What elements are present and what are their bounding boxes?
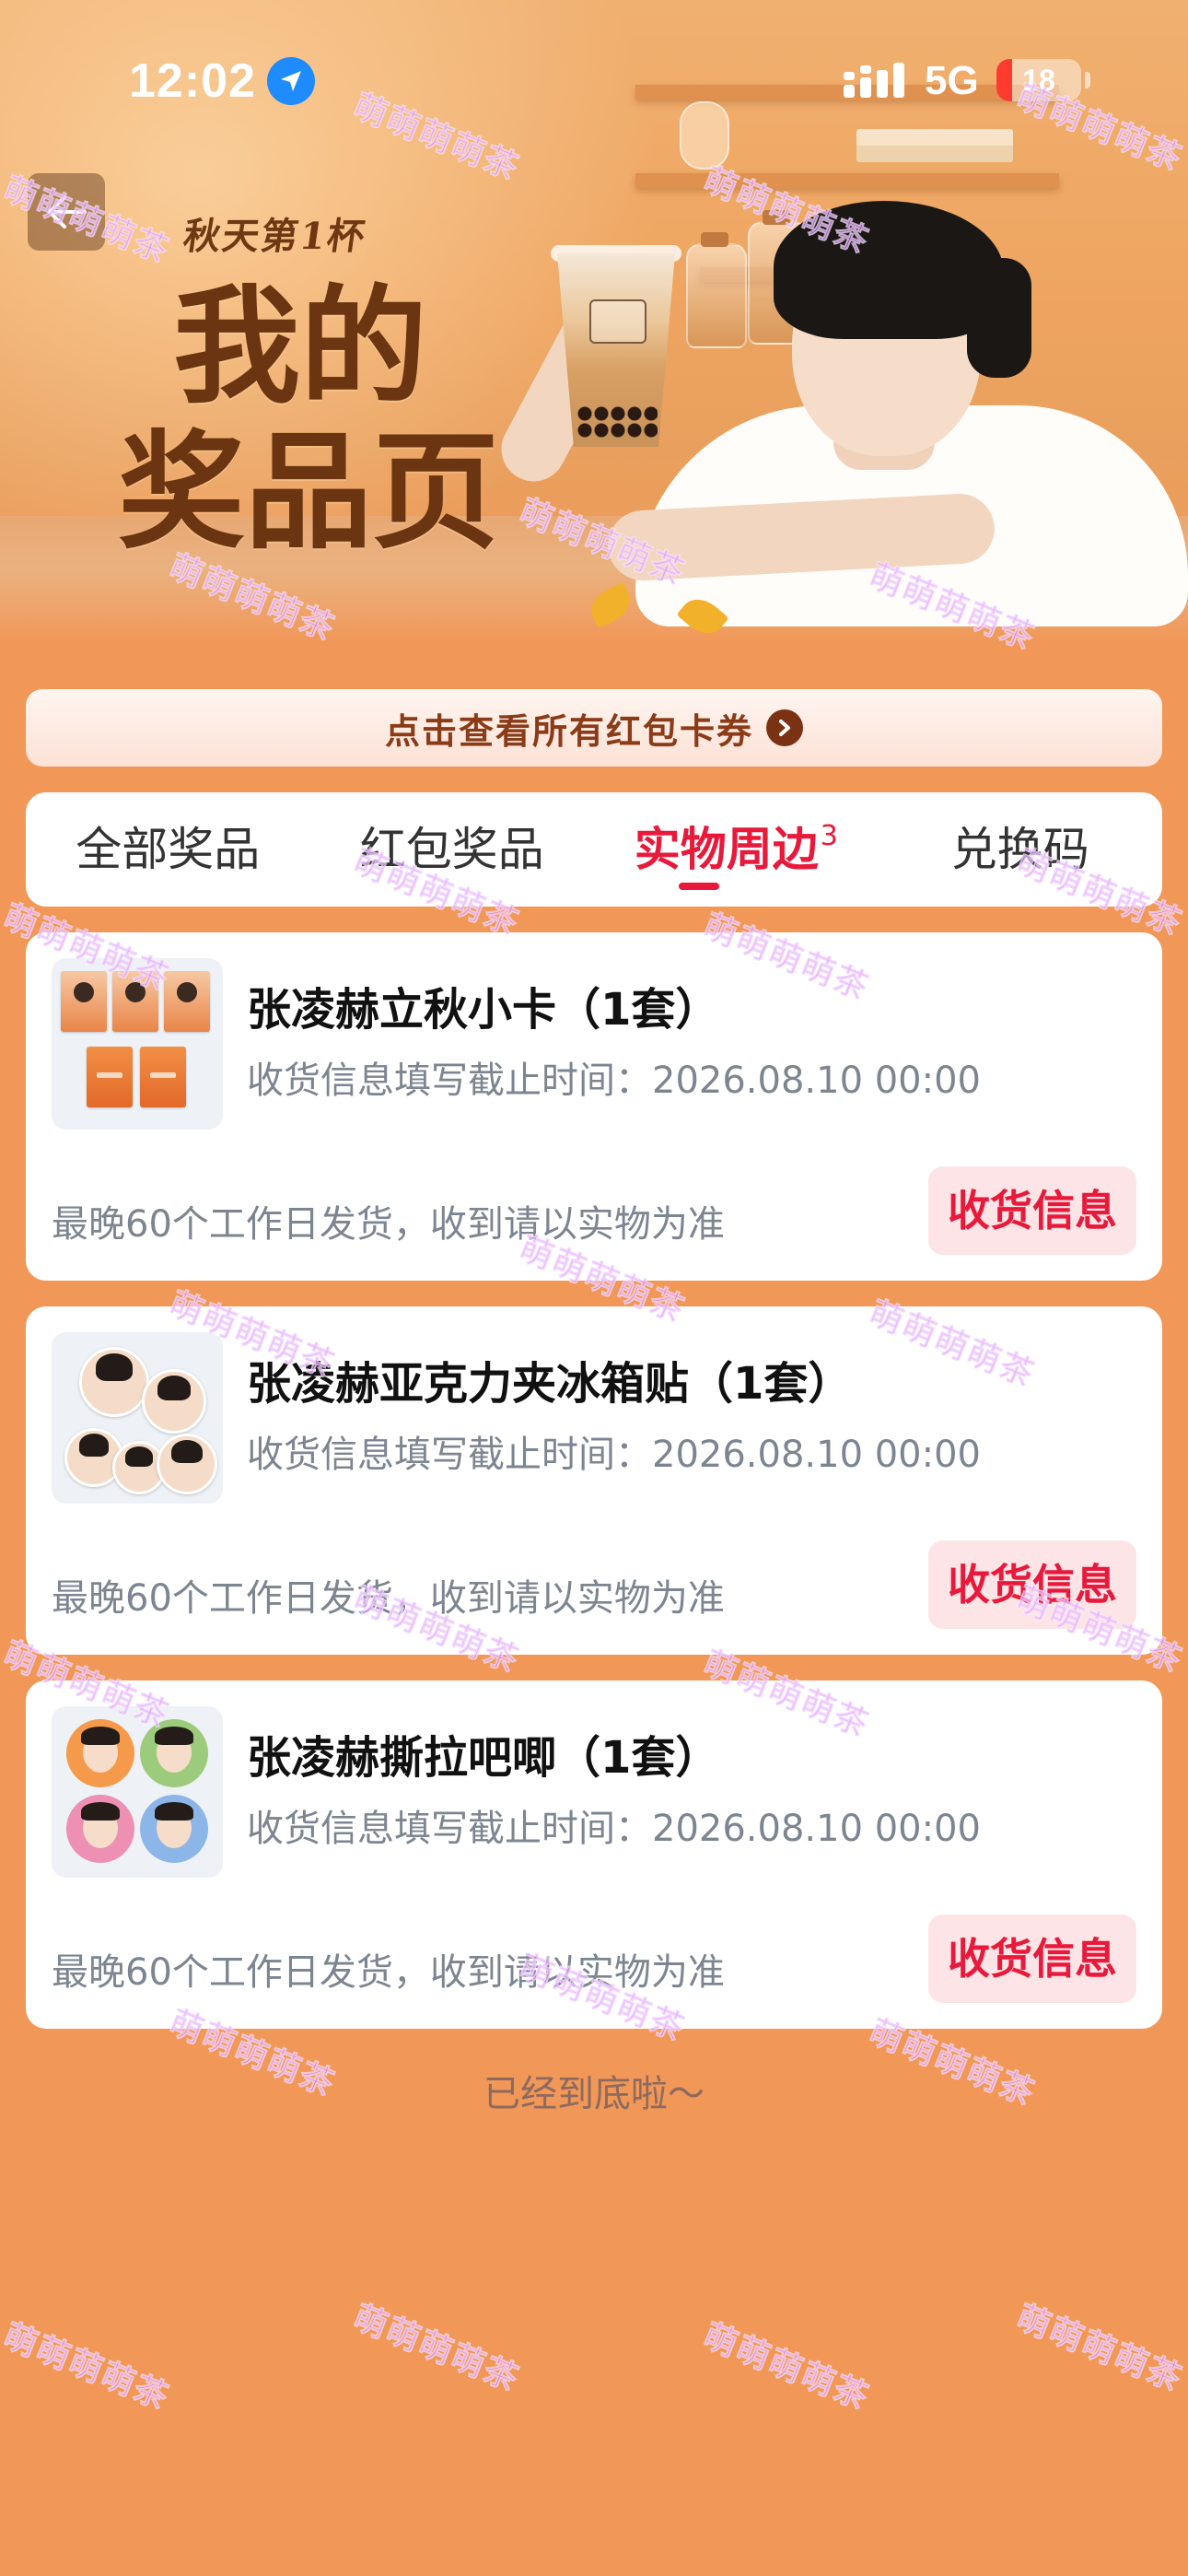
- shelf-middle: [635, 173, 1059, 188]
- photo-card-back: [140, 1047, 186, 1107]
- status-time: 12:02: [129, 54, 256, 108]
- watermark-text: 萌萌萌萌茶: [0, 2316, 175, 2418]
- prize-deadline: 收货信息填写截止时间：2026.08.10 00:00: [247, 1060, 982, 1102]
- back-button[interactable]: [28, 173, 105, 251]
- photo-card-back: [87, 1047, 133, 1107]
- watermark-text: 萌萌萌萌茶: [1010, 2298, 1188, 2399]
- tab-label: 全部奖品: [76, 823, 261, 876]
- active-tab-indicator: [679, 883, 720, 890]
- sticker-image: [157, 1434, 217, 1494]
- prize-name: 张凌赫亚克力夹冰箱贴（1套）: [247, 1358, 853, 1410]
- location-arrow-icon: [267, 57, 315, 105]
- signal-icon: [844, 63, 904, 98]
- banner-subtitle: 秋天第1杯: [181, 215, 369, 258]
- view-all-coupons-label: 点击查看所有红包卡券: [384, 710, 753, 752]
- prize-deadline: 收货信息填写截止时间：2026.08.10 00:00: [247, 1808, 982, 1850]
- prize-card: 张凌赫撕拉吧唧（1套） 收货信息填写截止时间：2026.08.10 00:00 …: [26, 1680, 1162, 2029]
- shipping-note: 最晚60个工作日发货，收到请以实物为准: [52, 1951, 725, 1994]
- shipping-info-button[interactable]: 收货信息: [928, 1166, 1136, 1255]
- prize-tabs: 全部奖品 红包奖品 实物周边3 兑换码: [26, 792, 1162, 907]
- shipping-note: 最晚60个工作日发货，收到请以实物为准: [52, 1577, 725, 1620]
- battery-cap: [1085, 72, 1090, 88]
- tapioca-pearls: [577, 405, 658, 439]
- tab-label: 红包奖品: [359, 823, 544, 876]
- shipping-info-button[interactable]: 收货信息: [928, 1540, 1136, 1629]
- prize-name: 张凌赫立秋小卡（1套）: [247, 984, 720, 1036]
- tab-physical-merch[interactable]: 实物周边3: [594, 792, 879, 907]
- battery-icon: 18: [996, 59, 1081, 101]
- tab-label: 实物周边: [634, 823, 819, 876]
- jar-decoration: [686, 232, 747, 348]
- status-bar: 12:02 5G 18: [0, 0, 1188, 162]
- page-title: 我的 奖品页: [118, 276, 505, 562]
- view-all-coupons-button[interactable]: 点击查看所有红包卡券: [26, 689, 1162, 767]
- badge-image: [140, 1719, 208, 1787]
- tab-all-prizes[interactable]: 全部奖品: [26, 792, 310, 907]
- sticker-image: [79, 1347, 149, 1417]
- shipping-note: 最晚60个工作日发货，收到请以实物为准: [52, 1203, 725, 1246]
- tab-label: 兑换码: [950, 823, 1089, 876]
- photo-card-image: [61, 971, 107, 1032]
- prize-name: 张凌赫撕拉吧唧（1套）: [247, 1732, 720, 1784]
- badge-image: [66, 1795, 134, 1863]
- battery-percent: 18: [1022, 64, 1055, 97]
- sticker-image: [142, 1369, 206, 1434]
- back-arrow-icon: [48, 195, 87, 228]
- chevron-right-icon: [766, 709, 803, 746]
- photo-card-image: [164, 971, 210, 1032]
- prize-deadline: 收货信息填写截止时间：2026.08.10 00:00: [247, 1434, 982, 1476]
- watermark-text: 萌萌萌萌茶: [697, 2316, 875, 2418]
- watermark-text: 萌萌萌萌茶: [347, 2298, 525, 2399]
- prize-card: 张凌赫亚克力夹冰箱贴（1套） 收货信息填写截止时间：2026.08.10 00:…: [26, 1306, 1162, 1655]
- prize-thumbnail-badges: [52, 1706, 223, 1878]
- badge-image: [66, 1719, 134, 1787]
- milk-tea-logo: [589, 299, 646, 344]
- prize-card: 张凌赫立秋小卡（1套） 收货信息填写截止时间：2026.08.10 00:00 …: [26, 932, 1162, 1281]
- page-title-line1: 我的: [173, 271, 428, 421]
- network-type: 5G: [925, 58, 979, 103]
- photo-card-image: [112, 971, 158, 1032]
- prize-thumbnail-acrylic-magnets: [52, 1332, 223, 1504]
- badge-image: [140, 1795, 208, 1863]
- tab-redeem-codes[interactable]: 兑换码: [879, 792, 1163, 907]
- end-of-list-text: 已经到底啦～: [483, 2073, 705, 2115]
- shipping-info-button[interactable]: 收货信息: [928, 1914, 1136, 2003]
- spokesperson-hair: [967, 258, 1031, 378]
- tab-count-badge: 3: [820, 820, 838, 852]
- prize-thumbnail-photo-cards: [52, 958, 223, 1130]
- tab-red-packet-prizes[interactable]: 红包奖品: [310, 792, 595, 907]
- page-title-line2: 奖品页: [118, 416, 500, 567]
